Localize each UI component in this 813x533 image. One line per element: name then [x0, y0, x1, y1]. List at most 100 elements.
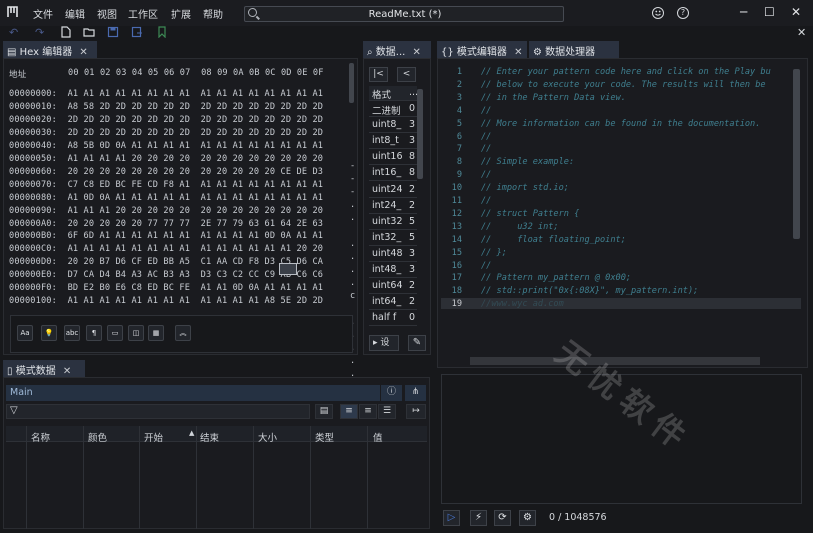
editor-scrollbar[interactable]: [793, 69, 800, 239]
prev-page-button[interactable]: <: [397, 67, 416, 82]
col-type[interactable]: 类型: [315, 430, 334, 444]
close-icon[interactable]: ✕: [79, 47, 87, 58]
inspector-row[interactable]: uint24 2: [369, 183, 417, 198]
code-line[interactable]: // Pattern my_pattern @ 0x00;: [481, 273, 631, 283]
close-icon[interactable]: ✕: [791, 5, 801, 19]
inspector-row[interactable]: int16_ 8: [369, 166, 417, 182]
hex-row[interactable]: 00000030: 2D 2D 2D 2D 2D 2D 2D 2D 2D 2D …: [9, 128, 323, 138]
col-value[interactable]: 值: [373, 430, 383, 444]
lightbulb-icon[interactable]: 💡: [41, 325, 57, 341]
code-line[interactable]: //www.wyc ad.com: [481, 299, 564, 309]
hex-row[interactable]: 000000B0: 6F 6D A1 A1 A1 A1 A1 A1 A1 A1 …: [9, 231, 323, 241]
hex-row[interactable]: 00000000: A1 A1 A1 A1 A1 A1 A1 A1 A1 A1 …: [9, 89, 323, 99]
tab-data-inspector[interactable]: ⌕ 数据... ✕: [363, 41, 431, 58]
col-color[interactable]: 颜色: [88, 430, 107, 444]
col-name[interactable]: 名称: [31, 430, 50, 444]
comment-icon[interactable]: ▭: [107, 325, 123, 341]
code-line[interactable]: // Enter your pattern code here and clic…: [481, 67, 771, 77]
code-line[interactable]: // Simple example:: [481, 157, 574, 167]
menu-extensions[interactable]: 扩展: [171, 6, 191, 21]
code-line[interactable]: // import std.io;: [481, 183, 569, 193]
align-icon[interactable]: ☰: [378, 404, 396, 419]
code-line[interactable]: // struct Pattern {: [481, 209, 579, 219]
menu-workspace[interactable]: 工作区: [128, 6, 158, 21]
open-folder-icon[interactable]: [83, 26, 95, 38]
ascii-toggle-button[interactable]: abc: [64, 325, 80, 341]
inspector-row[interactable]: int64_ 2: [369, 295, 417, 311]
collapse-up-icon[interactable]: ︽: [175, 325, 191, 341]
command-search-box[interactable]: ReadMe.txt (*): [244, 6, 564, 22]
menu-edit[interactable]: 编辑: [65, 6, 85, 21]
auto-evaluate-icon[interactable]: ⚡: [470, 510, 487, 526]
inspector-row[interactable]: int48_ 3: [369, 263, 417, 278]
redo-icon[interactable]: ↷: [35, 26, 44, 39]
tab-data-processor[interactable]: ⚙ 数据处理器: [529, 41, 619, 58]
smiley-icon[interactable]: [652, 7, 664, 19]
hex-scrollbar[interactable]: [349, 63, 354, 103]
sort-desc-icon[interactable]: ≡: [359, 404, 377, 419]
minimize-icon[interactable]: ─: [740, 5, 747, 19]
info-icon[interactable]: ⓘ: [381, 385, 402, 401]
toolbar-close-icon[interactable]: ✕: [797, 26, 806, 39]
menu-view[interactable]: 视图: [97, 6, 117, 21]
hex-row[interactable]: 000000D0: 20 20 B7 D6 CF ED BB A5 C1 AA …: [9, 257, 323, 267]
settings-gear-icon[interactable]: ⚙: [519, 510, 536, 526]
hex-row[interactable]: 00000010: A8 58 2D 2D 2D 2D 2D 2D 2D 2D …: [9, 102, 323, 112]
col-end[interactable]: 结束: [200, 430, 219, 444]
code-line[interactable]: //: [481, 261, 491, 271]
code-line[interactable]: // in the Pattern Data view.: [481, 93, 626, 103]
sync-icon[interactable]: ⟳: [494, 510, 511, 526]
main-subtab[interactable]: Main: [6, 385, 380, 401]
hex-selected-byte[interactable]: [279, 263, 297, 275]
hex-row[interactable]: 000000A0: 20 20 20 20 20 77 77 77 2E 77 …: [9, 219, 323, 229]
hex-row[interactable]: 00000100: A1 A1 A1 A1 A1 A1 A1 A1 A1 A1 …: [9, 296, 323, 306]
inspector-row[interactable]: int32_ 5: [369, 231, 417, 246]
code-line[interactable]: // };: [481, 248, 507, 258]
hex-row[interactable]: 00000070: C7 C8 ED BC FE CD F8 A1 A1 A1 …: [9, 180, 323, 190]
hex-row[interactable]: 00000040: A8 5B 0D 0A A1 A1 A1 A1 A1 A1 …: [9, 141, 323, 151]
save-as-icon[interactable]: [131, 26, 143, 38]
hex-row[interactable]: 00000020: 2D 2D 2D 2D 2D 2D 2D 2D 2D 2D …: [9, 115, 323, 125]
inspector-row[interactable]: half f 0: [369, 311, 417, 327]
code-line[interactable]: //: [481, 132, 491, 142]
table-view-icon[interactable]: ▤: [315, 404, 333, 419]
table-icon[interactable]: ▦: [148, 325, 164, 341]
tab-hex-editor[interactable]: ▤ Hex 编辑器 ✕: [3, 41, 97, 58]
hex-row[interactable]: 000000E0: D7 CA D4 B4 A3 AC B3 A3 D3 C3 …: [9, 270, 323, 280]
help-circle-icon[interactable]: ?: [677, 7, 689, 19]
case-sensitive-button[interactable]: Aa: [17, 325, 33, 341]
inspector-row[interactable]: uint16 8: [369, 150, 417, 166]
code-line[interactable]: //: [481, 106, 491, 116]
hex-row[interactable]: 000000F0: BD E2 B0 E6 C8 ED BC FE A1 A1 …: [9, 283, 323, 293]
hex-row[interactable]: 00000080: A1 0D 0A A1 A1 A1 A1 A1 A1 A1 …: [9, 193, 323, 203]
save-icon[interactable]: [107, 26, 119, 38]
filter-input[interactable]: ▽: [6, 404, 310, 419]
code-line[interactable]: // below to execute your code. The resul…: [481, 80, 766, 90]
paragraph-icon[interactable]: ¶: [86, 325, 102, 341]
close-icon[interactable]: ✕: [514, 47, 522, 58]
hex-row[interactable]: 000000C0: A1 A1 A1 A1 A1 A1 A1 A1 A1 A1 …: [9, 244, 323, 254]
inspector-row[interactable]: uint8_ 3: [369, 118, 417, 134]
code-line[interactable]: //: [481, 196, 491, 206]
code-line[interactable]: // std::print("0x{:08X}", my_pattern.int…: [481, 286, 698, 296]
code-line[interactable]: // u32 int;: [481, 222, 559, 232]
inspector-row[interactable]: int8_t 3: [369, 134, 417, 150]
undo-icon[interactable]: ↶: [9, 26, 18, 39]
code-line[interactable]: // float floating_point;: [481, 235, 626, 245]
hex-row[interactable]: 00000060: 20 20 20 20 20 20 20 20 20 20 …: [9, 167, 323, 177]
tab-pattern-data[interactable]: ▯ 模式数据 ✕: [3, 360, 85, 377]
goto-icon[interactable]: ↦: [406, 404, 426, 419]
menu-help[interactable]: 帮助: [203, 6, 223, 21]
bookmark-icon[interactable]: [156, 26, 168, 38]
inspector-row[interactable]: uint48 3: [369, 247, 417, 262]
inspector-row[interactable]: uint64 2: [369, 279, 417, 295]
inspector-settings-button[interactable]: ▸ 设: [369, 335, 399, 351]
hex-row[interactable]: 00000050: A1 A1 A1 A1 20 20 20 20 20 20 …: [9, 154, 323, 164]
close-icon[interactable]: ✕: [63, 366, 71, 377]
inspector-row[interactable]: uint32 5: [369, 215, 417, 230]
maximize-icon[interactable]: ☐: [764, 5, 775, 19]
col-start[interactable]: 开始: [144, 430, 163, 444]
col-size[interactable]: 大小: [258, 430, 277, 444]
new-file-icon[interactable]: [60, 26, 72, 38]
inspector-row[interactable]: int24_ 2: [369, 199, 417, 214]
